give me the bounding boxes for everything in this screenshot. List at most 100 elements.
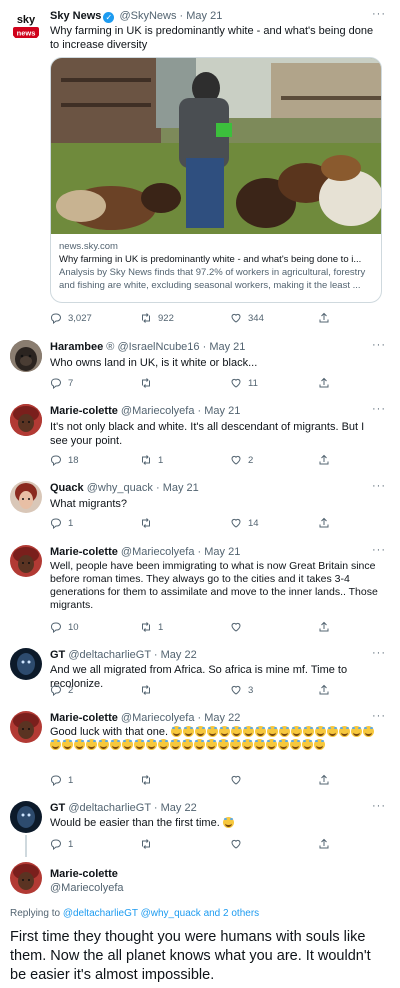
share-button[interactable]	[318, 684, 330, 696]
handle[interactable]: @Mariecolyefa	[50, 882, 124, 894]
timestamp[interactable]: May 21	[204, 405, 240, 417]
more-icon[interactable]: ···	[372, 480, 386, 492]
avatar[interactable]	[10, 340, 42, 372]
timestamp[interactable]: May 21	[204, 546, 240, 558]
handle[interactable]: @SkyNews	[119, 10, 176, 22]
more-icon[interactable]: ···	[372, 403, 386, 415]
reply-icon	[50, 455, 62, 466]
like-button[interactable]: 14	[230, 517, 259, 529]
reply-button[interactable]: 18	[50, 454, 79, 466]
display-name[interactable]: Marie-colette	[50, 546, 118, 558]
like-button[interactable]: 2	[230, 454, 253, 466]
laughing-emoji-icon	[327, 726, 339, 737]
timestamp[interactable]: May 22	[161, 649, 197, 661]
handle[interactable]: @Mariecolyefa	[121, 712, 195, 724]
retweet-count: 1	[158, 621, 164, 633]
like-button[interactable]: 3	[230, 684, 253, 696]
avatar[interactable]	[10, 801, 42, 833]
tweet-header: Marie-colette @Mariecolyefa · May 21	[50, 546, 370, 558]
tweet-reply[interactable]: Marie-colette @Mariecolyefa · May 21 ···…	[0, 544, 400, 637]
display-name[interactable]: Sky News	[50, 10, 101, 22]
timestamp[interactable]: May 21	[186, 10, 222, 22]
reply-button[interactable]: 3,027	[50, 312, 92, 324]
laughing-emoji-icon	[339, 726, 351, 737]
avatar[interactable]: sky news	[10, 10, 42, 42]
avatar[interactable]	[10, 711, 42, 743]
reply-button[interactable]: 2	[50, 684, 73, 696]
like-button[interactable]	[230, 838, 248, 850]
retweet-button[interactable]	[140, 774, 158, 786]
retweet-icon	[142, 455, 150, 465]
display-name[interactable]: Marie-colette	[50, 868, 118, 880]
retweet-button[interactable]	[140, 838, 158, 850]
like-button[interactable]: 344	[230, 312, 264, 324]
share-button[interactable]	[318, 774, 330, 786]
laughing-emoji-icon	[267, 726, 279, 737]
separator: ·	[176, 10, 187, 22]
like-button[interactable]	[230, 621, 248, 633]
replying-mentions[interactable]: @deltacharlieGT @why_quack	[63, 908, 201, 919]
reply-button[interactable]: 1	[50, 838, 73, 850]
reply-count: 7	[68, 377, 74, 389]
like-button[interactable]	[230, 774, 248, 786]
retweet-button[interactable]	[140, 517, 158, 529]
share-button[interactable]	[318, 312, 330, 324]
retweet-button[interactable]	[140, 377, 158, 389]
retweet-button[interactable]: 1	[140, 621, 163, 633]
main-tweet[interactable]: Marie-colette @Mariecolyefa Replying to …	[0, 862, 400, 988]
tweet-reply[interactable]: GT @deltacharlieGT · May 22 ··· And we a…	[0, 647, 400, 700]
tweet-reply[interactable]: Harambee ® @IsraelNcube16 · May 21 ··· W…	[0, 339, 400, 398]
timestamp[interactable]: May 21	[209, 341, 245, 353]
share-button[interactable]	[318, 517, 330, 529]
more-icon[interactable]: ···	[372, 544, 386, 556]
like-button[interactable]: 11	[230, 377, 258, 389]
share-button[interactable]	[318, 838, 330, 850]
laughing-emoji-icon	[206, 739, 217, 750]
display-name[interactable]: Harambee	[50, 341, 103, 353]
link-card[interactable]: news.sky.com Why farming in UK is predom…	[50, 57, 382, 303]
more-icon[interactable]: ···	[372, 800, 386, 812]
handle[interactable]: @Mariecolyefa	[121, 546, 195, 558]
timestamp[interactable]: May 22	[161, 802, 197, 814]
tweet-reply[interactable]: Marie-colette @Mariecolyefa · May 22 ···…	[0, 710, 400, 791]
separator: ·	[194, 546, 205, 558]
more-icon[interactable]: ···	[372, 647, 386, 659]
tweet-reply[interactable]: Marie-colette @Mariecolyefa · May 21 ···…	[0, 403, 400, 476]
timestamp[interactable]: May 21	[163, 482, 199, 494]
retweet-button[interactable]	[140, 684, 158, 696]
reply-button[interactable]: 1	[50, 774, 73, 786]
display-name[interactable]: Marie-colette	[50, 712, 118, 724]
more-icon[interactable]: ···	[372, 710, 386, 722]
timestamp[interactable]: May 22	[204, 712, 240, 724]
display-name[interactable]: GT	[50, 802, 65, 814]
share-button[interactable]	[318, 621, 330, 633]
handle[interactable]: @IsraelNcube16	[117, 341, 199, 353]
tweet-skynews[interactable]: sky news Sky News ✓ @SkyNews · May 21 ···…	[0, 0, 400, 335]
handle[interactable]: @why_quack	[87, 482, 153, 494]
reply-button[interactable]: 10	[50, 621, 79, 633]
reply-button[interactable]: 1	[50, 517, 73, 529]
like-count: 2	[248, 454, 254, 466]
handle[interactable]: @deltacharlieGT	[68, 649, 151, 661]
more-icon[interactable]: ···	[372, 339, 386, 351]
handle[interactable]: @deltacharlieGT	[68, 802, 151, 814]
avatar[interactable]	[10, 862, 42, 894]
replying-others-link[interactable]: and 2 others	[204, 908, 260, 919]
avatar[interactable]	[10, 404, 42, 436]
retweet-button[interactable]: 922	[140, 312, 174, 324]
display-name[interactable]: Quack	[50, 482, 84, 494]
avatar[interactable]	[10, 481, 42, 513]
display-name[interactable]: GT	[50, 649, 65, 661]
share-button[interactable]	[318, 454, 330, 466]
reply-icon	[50, 775, 62, 786]
share-button[interactable]	[318, 377, 330, 389]
handle[interactable]: @Mariecolyefa	[121, 405, 195, 417]
display-name[interactable]: Marie-colette	[50, 405, 118, 417]
retweet-button[interactable]: 1	[140, 454, 163, 466]
avatar[interactable]	[10, 545, 42, 577]
reply-button[interactable]: 7	[50, 377, 73, 389]
tweet-reply[interactable]: Quack @why_quack · May 21 ··· What migra…	[0, 480, 400, 541]
tweet-reply[interactable]: GT @deltacharlieGT · May 22 ··· Would be…	[0, 800, 400, 857]
more-icon[interactable]: ···	[372, 8, 386, 20]
avatar[interactable]	[10, 648, 42, 680]
